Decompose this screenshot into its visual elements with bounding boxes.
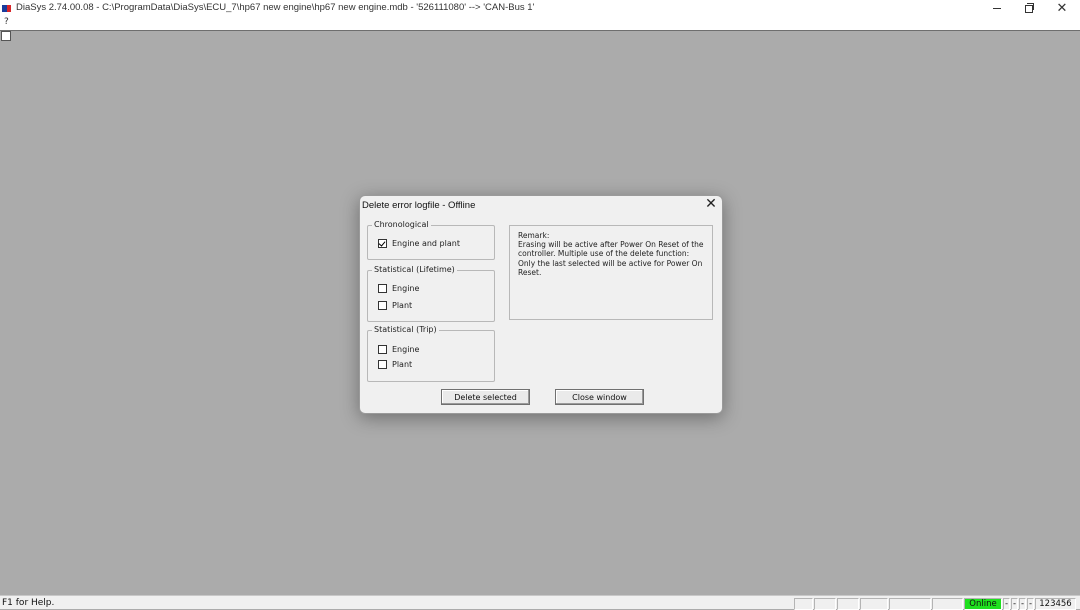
remark-heading: Remark:	[518, 231, 550, 240]
status-pane	[814, 598, 836, 610]
checkbox-lifetime-engine[interactable]: Engine	[378, 284, 419, 293]
checkbox-label: Plant	[392, 360, 413, 369]
checkbox-label: Plant	[392, 301, 413, 310]
minimize-button[interactable]	[980, 0, 1014, 17]
checkbox-label: Engine	[392, 345, 420, 354]
mdi-child-window-icon[interactable]	[1, 31, 11, 41]
restore-button[interactable]	[1012, 0, 1046, 17]
remark-line: Reset.	[518, 267, 542, 277]
group-statistical-lifetime: Statistical (Lifetime) Engine Plant	[367, 265, 495, 322]
status-help-text: F1 for Help.	[2, 598, 55, 608]
status-pane	[794, 598, 813, 610]
menu-item-help[interactable]: ?	[4, 17, 9, 27]
group-label-chronological: Chronological	[372, 220, 431, 230]
status-code: 123456	[1035, 598, 1076, 610]
window-title: DiaSys 2.74.00.08 - C:\ProgramData\DiaSy…	[16, 2, 535, 13]
group-statistical-trip: Statistical (Trip) Engine Plant	[367, 325, 495, 382]
status-bar: F1 for Help. Online - - - - 123456	[0, 595, 1080, 610]
status-pane	[837, 598, 859, 610]
checkbox-checked-icon[interactable]	[378, 239, 387, 248]
delete-error-logfile-dialog: Delete error logfile - Offline ✕ Chronol…	[359, 195, 723, 414]
group-label-trip: Statistical (Trip)	[372, 325, 439, 335]
status-pane-dash: -	[1019, 598, 1026, 610]
checkbox-unchecked-icon[interactable]	[378, 301, 387, 310]
checkbox-engine-and-plant[interactable]: Engine and plant	[378, 239, 460, 248]
checkbox-lifetime-plant[interactable]: Plant	[378, 301, 412, 310]
status-pane-dash: -	[1003, 598, 1010, 610]
dialog-title: Delete error logfile - Offline	[362, 200, 476, 211]
client-area-border	[0, 30, 1080, 31]
status-pane-dash: -	[1027, 598, 1034, 610]
delete-selected-button[interactable]: Delete selected	[441, 389, 530, 405]
menu-bar: ?	[0, 17, 1080, 31]
close-icon: ✕	[1056, 1, 1068, 16]
checkbox-trip-plant[interactable]: Plant	[378, 360, 412, 369]
dialog-close-button[interactable]: ✕	[704, 197, 718, 211]
minimize-icon	[993, 8, 1001, 9]
remark-panel: Remark: Erasing will be active after Pow…	[509, 225, 713, 320]
status-pane-dash: -	[1011, 598, 1018, 610]
group-label-lifetime: Statistical (Lifetime)	[372, 265, 457, 275]
checkbox-unchecked-icon[interactable]	[378, 360, 387, 369]
checkbox-unchecked-icon[interactable]	[378, 345, 387, 354]
group-chronological: Chronological Engine and plant	[367, 220, 495, 260]
checkbox-label: Engine	[392, 284, 420, 293]
checkbox-label: Engine and plant	[392, 239, 460, 248]
status-pane	[932, 598, 963, 610]
app-logo-icon	[2, 5, 11, 12]
window-close-button[interactable]: ✕	[1045, 0, 1079, 17]
close-window-button[interactable]: Close window	[555, 389, 644, 405]
remark-line: Only the last selected will be active fo…	[518, 258, 703, 268]
title-bar[interactable]: DiaSys 2.74.00.08 - C:\ProgramData\DiaSy…	[0, 0, 1080, 17]
remark-line: Erasing will be active after Power On Re…	[518, 240, 704, 250]
checkbox-unchecked-icon[interactable]	[378, 284, 387, 293]
status-pane	[860, 598, 888, 610]
status-pane	[889, 598, 931, 610]
remark-line: controller. Multiple use of the delete f…	[518, 249, 690, 259]
status-online-indicator: Online	[964, 598, 1002, 610]
checkbox-trip-engine[interactable]: Engine	[378, 345, 419, 354]
